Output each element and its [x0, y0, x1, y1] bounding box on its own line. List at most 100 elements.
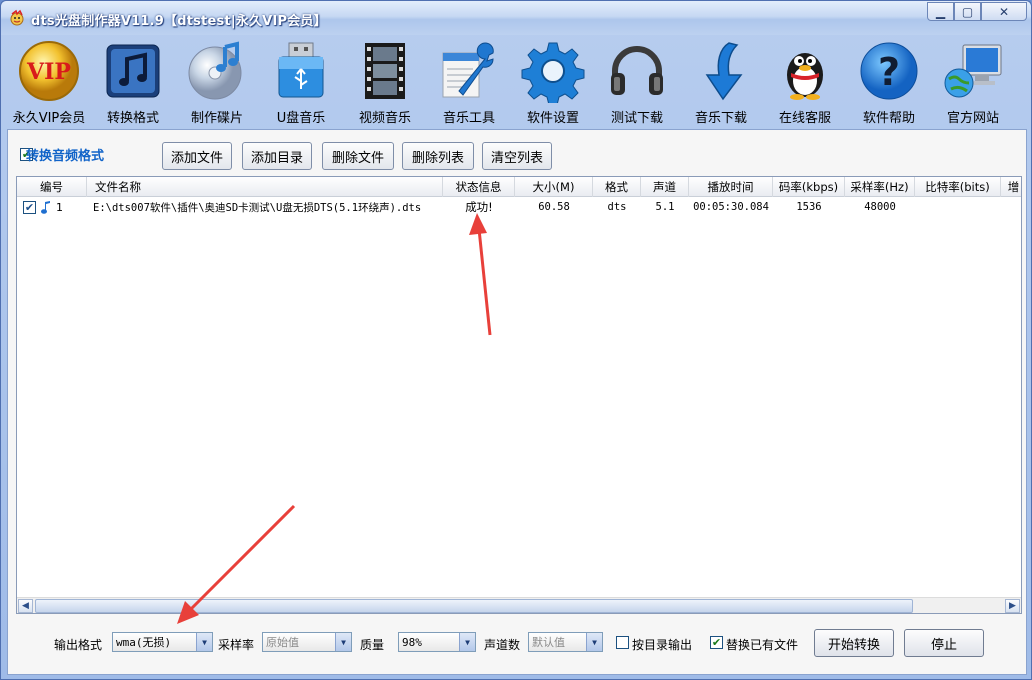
table-header: 编号 文件名称 状态信息 大小(M) 格式 声道 播放时间 码率(kbps) 采…	[17, 177, 1021, 197]
toolbar-online-service-button[interactable]: 在线客服	[763, 35, 847, 127]
toolbar-video-music-button[interactable]: 视频音乐	[343, 35, 427, 127]
channels-value: 默认值	[529, 633, 586, 651]
scroll-right-icon[interactable]: ▶	[1005, 599, 1020, 613]
dir-output-checkbox[interactable]	[616, 636, 629, 649]
samplerate-label: 采样率	[218, 638, 255, 652]
globe-computer-icon	[944, 44, 1002, 98]
format-cell: dts	[607, 201, 627, 213]
maximize-button[interactable]: ▢	[954, 2, 981, 21]
chevron-down-icon[interactable]: ▼	[586, 633, 602, 651]
chevron-down-icon[interactable]: ▼	[459, 633, 475, 651]
window-title: dts光盘制作器V11.9【dtstest|永久VIP会员】	[31, 14, 327, 29]
toolbar-website-button[interactable]: 官方网站	[931, 35, 1015, 127]
toolbar-label: 视频音乐	[358, 111, 411, 126]
column-header[interactable]: 格式	[593, 177, 641, 197]
toolbar-music-tools-button[interactable]: 音乐工具	[427, 35, 511, 127]
toolbar-vip-button[interactable]: VIP 永久VIP会员	[7, 35, 91, 127]
samplerate-value: 原始值	[263, 633, 335, 651]
toolbar-label: 制作碟片	[190, 111, 243, 126]
column-header[interactable]: 大小(M)	[515, 177, 593, 197]
status-cell: 成功!	[465, 200, 493, 214]
toolbar-label: 在线客服	[778, 111, 831, 126]
column-header[interactable]: 比特率(bits)	[915, 177, 1001, 197]
toolbar-label: 测试下载	[610, 111, 663, 126]
column-header[interactable]: 声道	[641, 177, 689, 197]
replace-existing-checkbox[interactable]: ✔	[710, 636, 723, 649]
delete-list-button[interactable]: 删除列表	[402, 142, 474, 170]
stop-button[interactable]: 停止	[904, 629, 984, 657]
file-name-cell: E:\dts007软件\插件\奥迪SD卡测试\U盘无损DTS(5.1环绕声).d…	[93, 201, 422, 214]
row-checkbox[interactable]: ✔	[23, 200, 36, 214]
wrench-icon	[442, 42, 494, 98]
table-row[interactable]: ✔ 1 E:\dts007软件\插件\奥迪SD卡测试\U盘无损DTS(5.1环绕…	[17, 198, 1021, 216]
minimize-button[interactable]: ▁	[927, 2, 954, 21]
svg-text:VIP: VIP	[26, 59, 71, 85]
delete-file-button[interactable]: 删除文件	[322, 142, 394, 170]
chevron-down-icon[interactable]: ▼	[335, 633, 351, 651]
scrollbar-thumb[interactable]	[35, 599, 913, 613]
close-button[interactable]: ✕	[981, 2, 1027, 21]
output-format-select[interactable]: wma(无损) ▼	[112, 632, 213, 652]
chevron-down-icon[interactable]: ▼	[196, 633, 212, 651]
add-file-button[interactable]: 添加文件	[162, 142, 232, 170]
gear-icon	[521, 42, 585, 103]
disc-icon	[188, 41, 242, 100]
column-header[interactable]: 播放时间	[689, 177, 773, 197]
toolbar-usb-music-button[interactable]: U盘音乐	[259, 35, 343, 127]
window-controls: ▁ ▢ ✕	[927, 2, 1027, 21]
column-header[interactable]: 编号	[17, 177, 87, 197]
samplerate-select[interactable]: 原始值 ▼	[262, 632, 352, 652]
quality-label: 质量	[360, 638, 385, 652]
toolbar-label: 音乐下载	[694, 111, 747, 126]
toolbar-label: 转换格式	[106, 111, 159, 126]
column-header[interactable]: 采样率(Hz)	[845, 177, 915, 197]
convert-audio-toggle[interactable]: ✔ 转换音频格式	[20, 148, 104, 164]
music-note-icon	[106, 44, 160, 98]
svg-text:?: ?	[878, 50, 900, 94]
file-list-table[interactable]: 编号 文件名称 状态信息 大小(M) 格式 声道 播放时间 码率(kbps) 采…	[16, 176, 1022, 614]
app-logo-icon	[10, 9, 24, 26]
main-panel: ✔ 转换音频格式 添加文件 添加目录 删除文件 删除列表 清空列表 编号 文件名…	[7, 129, 1027, 675]
toolbar-convert-button[interactable]: 转换格式	[91, 35, 175, 127]
column-header[interactable]: 状态信息	[443, 177, 515, 197]
horizontal-scrollbar[interactable]: ◀ ▶	[17, 597, 1021, 613]
usb-drive-icon	[278, 42, 324, 98]
clear-list-button[interactable]: 清空列表	[482, 142, 552, 170]
title-bar[interactable]: dts光盘制作器V11.9【dtstest|永久VIP会员】 ▁ ▢ ✕	[1, 1, 1031, 35]
toolbar-label: 音乐工具	[442, 111, 495, 126]
minimize-icon: ▁	[935, 4, 946, 19]
app-window: dts光盘制作器V11.9【dtstest|永久VIP会员】 ▁ ▢ ✕ VIP…	[0, 0, 1032, 680]
maximize-icon: ▢	[961, 4, 974, 19]
close-icon: ✕	[998, 4, 1010, 19]
action-bar: ✔ 转换音频格式 添加文件 添加目录 删除文件 删除列表 清空列表	[16, 140, 1016, 170]
headphones-icon	[611, 46, 663, 95]
column-header[interactable]: 码率(kbps)	[773, 177, 845, 197]
samplerate-cell: 48000	[864, 201, 896, 213]
toolbar-label: 永久VIP会员	[12, 111, 86, 126]
toolbar-burn-disc-button[interactable]: 制作碟片	[175, 35, 259, 127]
add-directory-button[interactable]: 添加目录	[242, 142, 312, 170]
column-header[interactable]: 文件名称	[87, 177, 443, 197]
toolbar-settings-button[interactable]: 软件设置	[511, 35, 595, 127]
replace-existing-label: 替换已有文件	[726, 638, 799, 652]
film-strip-icon	[365, 43, 405, 99]
channels-label: 声道数	[484, 638, 521, 652]
vip-badge-icon: VIP	[19, 41, 79, 101]
row-number-cell: ✔ 1	[17, 198, 87, 216]
channels-select[interactable]: 默认值 ▼	[528, 632, 603, 652]
convert-audio-label: 转换音频格式	[26, 149, 105, 164]
toolbar-music-download-button[interactable]: 音乐下载	[679, 35, 763, 127]
size-cell: 60.58	[538, 201, 570, 213]
download-arrow-icon	[705, 42, 743, 101]
column-header[interactable]: 增	[1001, 177, 1021, 197]
audio-file-icon	[41, 201, 50, 214]
bits-cell	[915, 198, 1001, 216]
quality-select[interactable]: 98% ▼	[398, 632, 476, 652]
start-convert-button[interactable]: 开始转换	[814, 629, 894, 657]
toolbar-label: 软件设置	[526, 111, 579, 126]
penguin-icon	[787, 53, 823, 100]
toolbar-help-button[interactable]: ? 软件帮助	[847, 35, 931, 127]
toolbar-test-download-button[interactable]: 测试下载	[595, 35, 679, 127]
scroll-left-icon[interactable]: ◀	[18, 599, 33, 613]
toolbar-label: U盘音乐	[276, 111, 326, 126]
